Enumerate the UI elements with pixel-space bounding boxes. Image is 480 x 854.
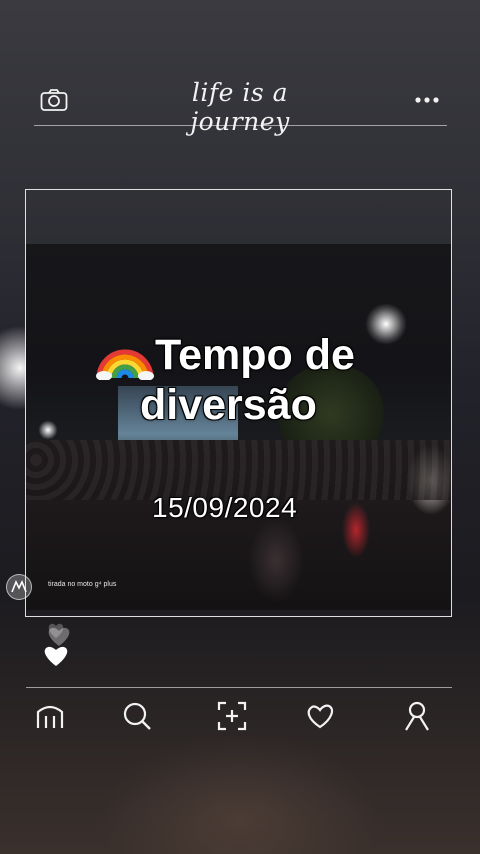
watermark-text: tirada no moto g⁴ plus [48, 581, 117, 588]
search-icon[interactable] [121, 700, 153, 732]
post-title: Tempo de diversão [95, 330, 415, 430]
floating-hearts-icon [44, 623, 70, 666]
profile-icon[interactable] [401, 700, 433, 732]
heart-icon[interactable] [304, 700, 336, 732]
more-dots-icon[interactable] [414, 92, 440, 108]
nav-divider [26, 687, 452, 688]
motorola-logo [6, 574, 32, 600]
header-divider [34, 125, 447, 126]
header-tagline: life is a journey [190, 78, 290, 136]
add-post-icon[interactable] [216, 700, 248, 732]
post-title-line2: diversão [140, 381, 317, 429]
camera-icon[interactable] [40, 88, 68, 112]
camera-watermark: tirada no moto g⁴ plus [6, 574, 136, 600]
post-title-line1: Tempo de [155, 331, 355, 379]
post-date: 15/09/2024 [152, 492, 298, 523]
home-icon[interactable] [34, 700, 66, 732]
rainbow-icon [95, 330, 155, 381]
